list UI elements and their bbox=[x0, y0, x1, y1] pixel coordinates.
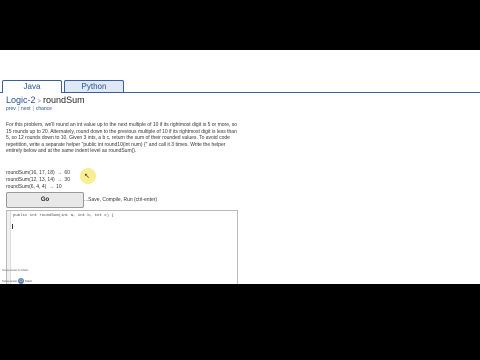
breadcrumb: Logic-2 > roundSum bbox=[6, 95, 85, 105]
example-row: roundSum(6, 4, 4) → 10 bbox=[6, 184, 70, 191]
recorder-brand-suffix: Matic bbox=[25, 278, 33, 283]
tab-java[interactable]: Java bbox=[2, 80, 62, 93]
coding-page: Java Python Logic-2 > roundSum prev | next | c… bbox=[0, 50, 480, 284]
text-caret bbox=[12, 224, 13, 229]
code-editor[interactable]: public int roundSum(int a, int b, int c)… bbox=[6, 210, 238, 284]
recorder-label: Screencast-O-Matic bbox=[2, 268, 29, 272]
recorder-watermark: Screencast-O-Matic Screencast O Matic bbox=[2, 268, 32, 284]
example-call: roundSum(16, 17, 18) bbox=[6, 170, 55, 176]
example-row: roundSum(16, 17, 18) → 60 bbox=[6, 170, 70, 177]
example-row: roundSum(12, 13, 14) → 30 bbox=[6, 177, 70, 184]
chance-link[interactable]: chance bbox=[36, 106, 52, 112]
mouse-cursor-icon: ↖ bbox=[84, 173, 90, 180]
page-title: roundSum bbox=[43, 95, 85, 105]
arrow-icon: → bbox=[48, 184, 54, 190]
examples-list: roundSum(16, 17, 18) → 60 roundSum(12, 1… bbox=[6, 170, 70, 191]
example-result: 60 bbox=[64, 170, 70, 176]
code-line[interactable]: public int roundSum(int a, int b, int c)… bbox=[13, 214, 114, 218]
breadcrumb-separator: > bbox=[37, 99, 42, 105]
arrow-icon: → bbox=[57, 170, 63, 176]
go-hint: ...Save, Compile, Run (ctrl-enter) bbox=[84, 197, 158, 203]
example-call: roundSum(12, 13, 14) bbox=[6, 177, 55, 183]
example-call: roundSum(6, 4, 4) bbox=[6, 184, 47, 190]
recorder-brand: Screencast bbox=[2, 278, 18, 283]
problem-description: For this problem, we'll round an int val… bbox=[6, 122, 238, 154]
breadcrumb-section-link[interactable]: Logic-2 bbox=[6, 95, 36, 105]
tab-python[interactable]: Python bbox=[64, 80, 124, 92]
language-tab-bar: Java Python bbox=[0, 79, 480, 93]
example-result: 10 bbox=[56, 184, 62, 190]
next-link[interactable]: next bbox=[21, 106, 30, 112]
example-result: 30 bbox=[64, 177, 70, 183]
problem-nav-links: prev | next | chance bbox=[6, 106, 52, 112]
recorder-logo-icon: O bbox=[18, 277, 25, 284]
prev-link[interactable]: prev bbox=[6, 106, 16, 112]
go-button[interactable]: Go bbox=[6, 192, 84, 208]
arrow-icon: → bbox=[57, 177, 63, 183]
